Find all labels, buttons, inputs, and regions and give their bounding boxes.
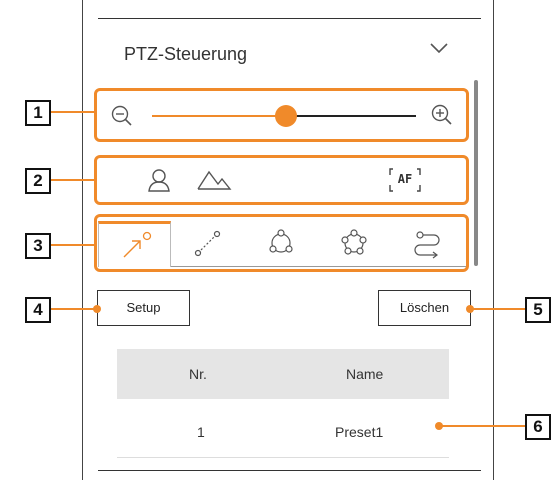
arrow-preset-icon <box>123 231 152 258</box>
col-header-nr: Nr. <box>189 366 207 382</box>
callout-4-leader <box>51 308 96 310</box>
bottom-divider <box>98 470 481 471</box>
table-row[interactable]: 1 Preset1 <box>117 399 449 458</box>
delete-button[interactable]: Löschen <box>378 290 471 326</box>
ptz-tab-bar <box>98 221 466 267</box>
tab-swing[interactable] <box>171 221 244 267</box>
tab-tour[interactable] <box>317 221 390 267</box>
callout-2-leader <box>51 179 94 181</box>
callout-5-dot <box>466 305 474 313</box>
zoom-out-icon[interactable] <box>110 104 134 128</box>
zoom-slider-track[interactable] <box>286 115 416 117</box>
tab-group[interactable] <box>244 221 317 267</box>
swing-icon <box>194 230 221 257</box>
chevron-down-icon[interactable] <box>428 40 450 56</box>
col-header-name: Name <box>346 366 384 382</box>
person-icon[interactable] <box>146 167 172 193</box>
callout-6-leader <box>440 425 525 427</box>
preset-table: Nr. Name 1 Preset1 <box>117 349 449 458</box>
table-header: Nr. Name <box>117 349 449 399</box>
tour-icon <box>341 229 367 255</box>
autofocus-button[interactable]: AF <box>388 167 422 193</box>
row-name: Preset1 <box>335 424 384 440</box>
callout-2: 2 <box>25 168 51 194</box>
callout-3: 3 <box>25 233 51 259</box>
callout-3-leader <box>51 244 94 246</box>
tab-preset[interactable] <box>98 221 171 267</box>
callout-6-dot <box>435 422 443 430</box>
af-label: AF <box>397 172 413 186</box>
trace-icon <box>414 231 440 259</box>
callout-1-leader <box>51 111 94 113</box>
callout-5-leader <box>471 308 525 310</box>
top-divider <box>98 18 481 19</box>
scrollbar[interactable] <box>474 80 478 266</box>
row-nr: 1 <box>197 424 205 440</box>
landscape-icon[interactable] <box>196 168 232 192</box>
zoom-slider-thumb[interactable] <box>275 105 297 127</box>
callout-4-dot <box>93 305 101 313</box>
setup-button[interactable]: Setup <box>97 290 190 326</box>
callout-4: 4 <box>25 297 51 323</box>
zoom-in-icon[interactable] <box>430 103 454 127</box>
zoom-slider-fill <box>152 115 286 117</box>
callout-6: 6 <box>525 414 551 440</box>
group-icon <box>269 229 293 253</box>
callout-1: 1 <box>25 100 51 126</box>
panel-title: PTZ-Steuerung <box>124 44 248 64</box>
tab-trace[interactable] <box>390 221 463 267</box>
callout-5: 5 <box>525 297 551 323</box>
